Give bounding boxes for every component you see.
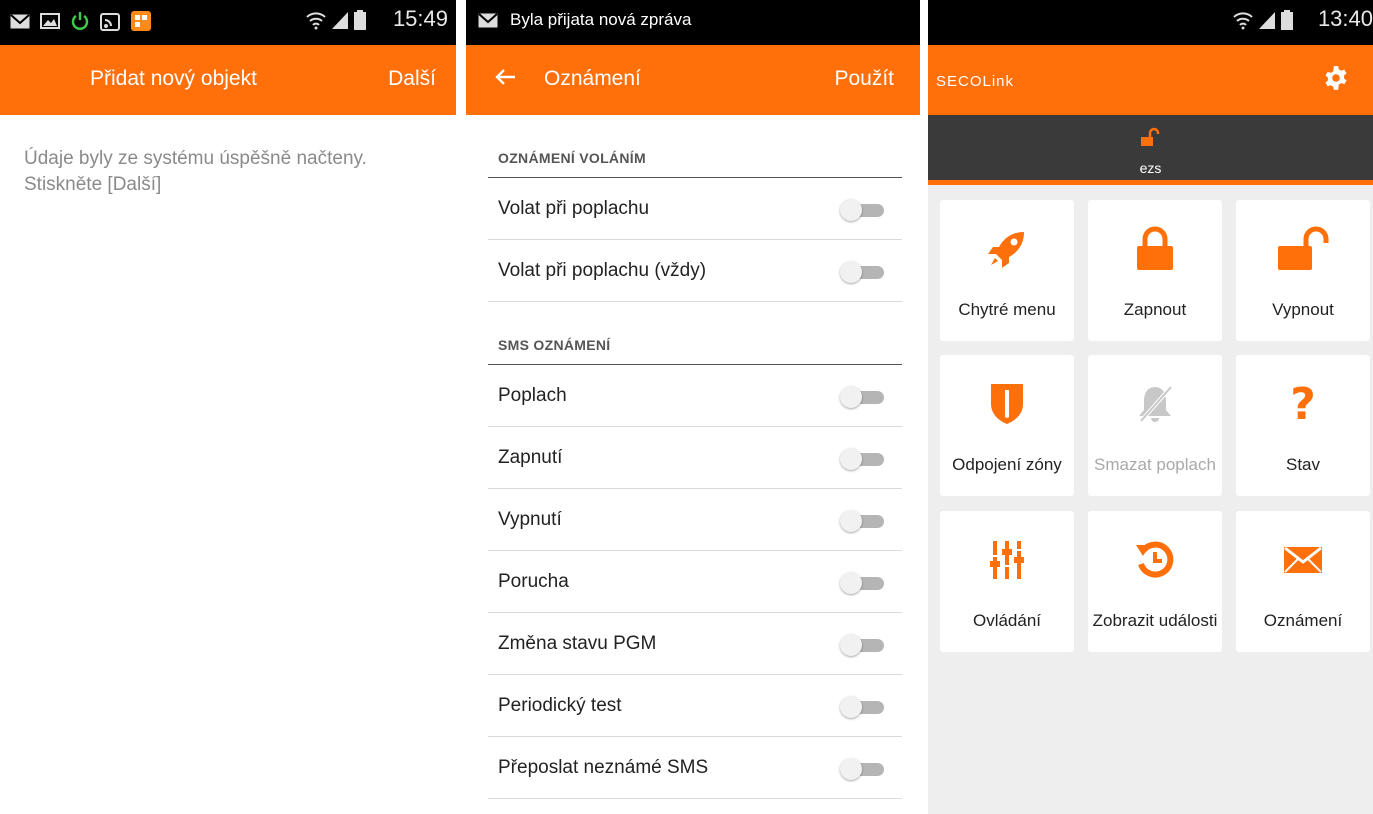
success-message: Údaje byly ze systému úspěšně načteny. S… (24, 148, 367, 195)
tile-clear-alarm[interactable]: Smazat poplach (1088, 355, 1222, 496)
next-button[interactable]: Další (388, 67, 436, 91)
setting-label: Poplach (498, 385, 567, 406)
shield-icon (991, 384, 1023, 424)
rss-icon (100, 13, 120, 31)
app-icon (131, 11, 151, 31)
page-title: Přidat nový objekt (90, 67, 257, 90)
unlocked-icon (1141, 127, 1160, 146)
history-icon (1136, 541, 1174, 578)
mail-icon (478, 13, 498, 28)
app-bar: Oznámení Použít (466, 45, 920, 115)
toggle-switch[interactable] (840, 634, 886, 656)
apply-button[interactable]: Použít (834, 67, 894, 91)
status-bar: Byla přijata nová zpráva (466, 0, 920, 45)
app-bar: Přidat nový objekt Další (0, 45, 456, 115)
mail-icon (10, 13, 30, 28)
tile-label: Odpojení zóny (952, 455, 1062, 474)
tile-smart-menu[interactable]: Chytré menu (940, 200, 1074, 341)
tile-zone-bypass[interactable]: Odpojení zóny (940, 355, 1074, 496)
setting-label: Volat při poplachu (vždy) (498, 260, 707, 281)
tile-arm[interactable]: Zapnout (1088, 200, 1222, 341)
setting-label: Změna stavu PGM (498, 633, 657, 654)
tile-control[interactable]: Ovládání (940, 511, 1074, 652)
wifi-icon (1233, 12, 1253, 30)
tile-label: Smazat poplach (1094, 455, 1216, 474)
status-bar: 15:49 (0, 0, 456, 45)
dashboard-screen: 13:40 SECOLink ezs Chytré menu Zapnout V… (928, 0, 1373, 814)
toggle-switch[interactable] (840, 448, 886, 470)
app-bar: SECOLink (928, 45, 1373, 115)
app-logo: SECOLink (936, 73, 1015, 90)
object-name: ezs (1139, 160, 1162, 176)
battery-icon (1281, 10, 1293, 30)
bell-off-icon (1139, 385, 1173, 423)
battery-icon (354, 10, 366, 30)
toggle-switch[interactable] (840, 572, 886, 594)
tile-label: Ovládání (972, 611, 1042, 630)
toggle-switch[interactable] (840, 261, 886, 283)
wifi-icon (306, 12, 326, 30)
setting-label: Vypnutí (498, 509, 562, 530)
setting-row[interactable]: Poplach (488, 365, 902, 427)
status-notification: Byla přijata nová zpráva (510, 10, 692, 29)
setting-row[interactable]: Změna stavu PGM (488, 613, 902, 675)
setting-row[interactable]: Periodický test (488, 675, 902, 737)
setting-label: Volat při poplachu (498, 198, 650, 219)
rocket-icon (988, 232, 1024, 268)
gallery-icon (40, 13, 60, 29)
tile-label: Vypnout (1272, 300, 1334, 319)
toggle-switch[interactable] (840, 510, 886, 532)
setting-row[interactable]: Zapnutí (488, 427, 902, 489)
setting-row[interactable]: Volat při poplachu (488, 178, 902, 240)
setting-label: Periodický test (498, 695, 622, 716)
signal-icon (332, 12, 348, 29)
gear-icon[interactable] (1323, 65, 1349, 91)
question-icon: ? (1290, 378, 1316, 430)
section-header-calls: OZNÁMENÍ VOLÁNÍM (498, 150, 646, 166)
tile-events[interactable]: Zobrazit události (1088, 511, 1222, 652)
status-bar: 13:40 (928, 0, 1373, 45)
setting-row[interactable]: Vypnutí (488, 489, 902, 551)
setting-row[interactable]: Porucha (488, 551, 902, 613)
toggle-switch[interactable] (840, 386, 886, 408)
page-title: Oznámení (544, 67, 641, 90)
section-header-sms: SMS OZNÁMENÍ (498, 337, 611, 353)
toggle-switch[interactable] (840, 696, 886, 718)
setting-row[interactable]: Přeposlat neznámé SMS (488, 737, 902, 799)
setting-label: Přeposlat neznámé SMS (498, 757, 709, 778)
toggle-switch[interactable] (840, 199, 886, 221)
setting-label: Zapnutí (498, 447, 563, 468)
signal-icon (1259, 12, 1275, 29)
tile-disarm[interactable]: Vypnout (1236, 200, 1370, 341)
power-icon (71, 12, 89, 30)
add-object-screen: 15:49 Přidat nový objekt Další Údaje byl… (0, 0, 456, 814)
sliders-icon (990, 541, 1024, 579)
tile-label: Chytré menu (958, 300, 1056, 319)
notifications-screen: Byla přijata nová zpráva Oznámení Použít… (466, 0, 920, 814)
tile-label: Oznámení (1263, 611, 1343, 630)
status-time: 15:49 (392, 6, 448, 31)
tile-label: Zobrazit události (1092, 611, 1218, 630)
tile-notifications[interactable]: Oznámení (1236, 511, 1370, 652)
back-arrow-icon[interactable] (494, 65, 518, 89)
lock-icon (1137, 226, 1173, 270)
unlock-icon (1278, 226, 1329, 270)
tile-label: Zapnout (1123, 300, 1187, 319)
object-bar[interactable]: ezs (928, 115, 1373, 185)
status-time: 13:40 (1317, 6, 1373, 31)
tile-label: Stav (1285, 455, 1321, 474)
tile-status[interactable]: ? Stav (1236, 355, 1370, 496)
toggle-switch[interactable] (840, 758, 886, 780)
envelope-icon (1284, 546, 1322, 573)
setting-label: Porucha (498, 571, 569, 592)
setting-row[interactable]: Volat při poplachu (vždy) (488, 240, 902, 302)
